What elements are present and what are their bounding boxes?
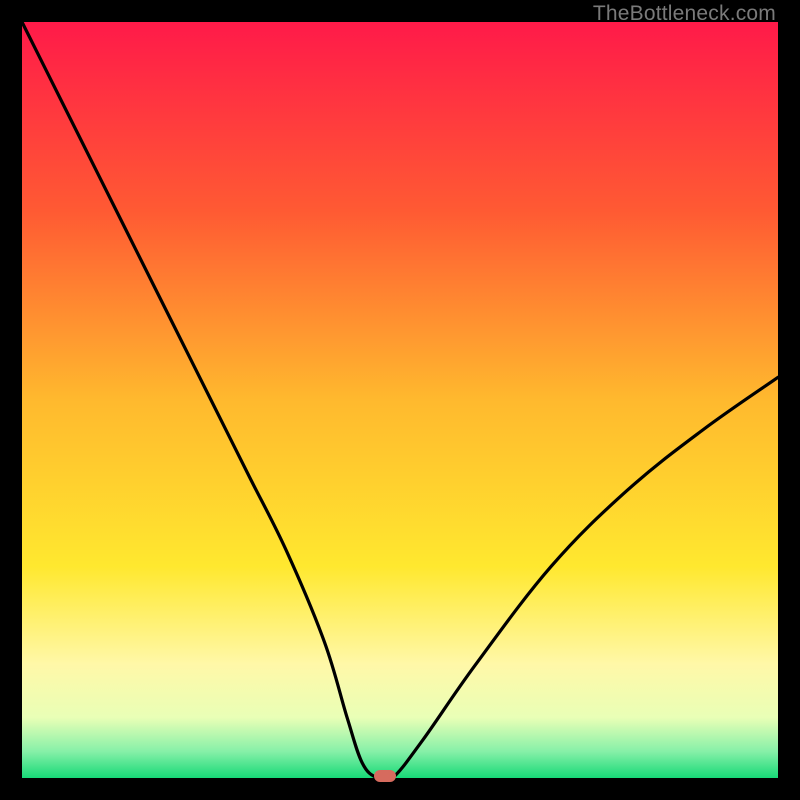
chart-frame xyxy=(22,22,778,778)
watermark-text: TheBottleneck.com xyxy=(593,2,776,26)
chart-curve xyxy=(22,22,778,778)
optimum-marker xyxy=(374,770,396,782)
